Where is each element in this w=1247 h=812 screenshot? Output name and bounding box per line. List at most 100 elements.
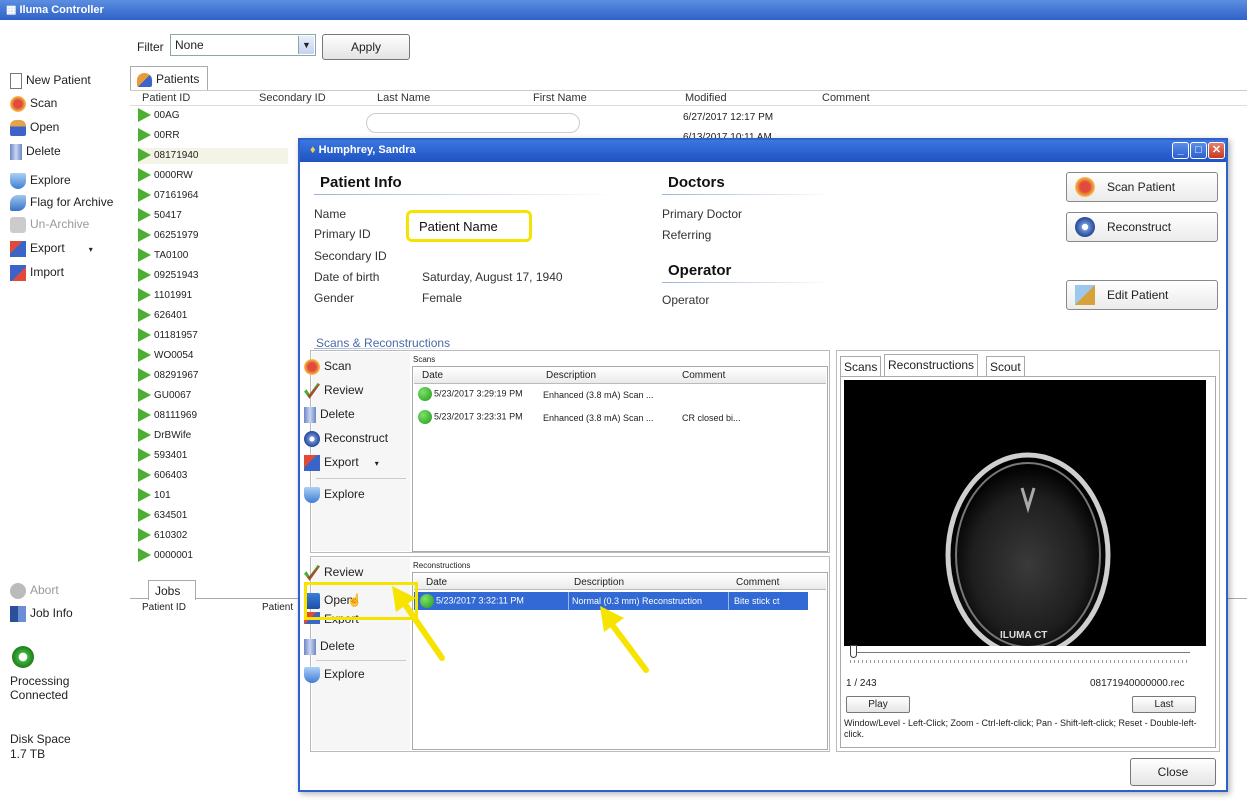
chevron-down-icon: ▾ [88,245,93,254]
primary-doctor-label: Primary Doctor [662,207,743,221]
edit-patient-button[interactable]: Edit Patient [1066,280,1218,310]
slice-slider-track[interactable] [850,652,1190,653]
tab-scout[interactable]: Scout [986,356,1025,376]
patient-row[interactable]: 00RR [138,128,180,144]
chevron-down-icon[interactable]: ▼ [298,36,314,54]
scan-action-explore[interactable]: Explore [304,484,365,504]
col-last-name[interactable]: Last Name [377,92,430,104]
patient-row[interactable]: 1101991 [138,288,192,304]
recon-description: Normal (0.3 mm) Reconstruction [572,596,703,606]
sidebar-item-flag-archive[interactable]: Flag for Archive [10,192,113,212]
reconstruct-button[interactable]: Reconstruct [1066,212,1218,242]
export-icon [304,454,320,471]
patient-row[interactable]: 0000001 [138,548,193,564]
patient-row[interactable]: 626401 [138,308,187,324]
abort-button: Abort [10,580,59,600]
status-ok-icon [418,387,432,401]
scans-grid-label: Scans [413,355,436,364]
scan-action-export[interactable]: Export ▾ [304,452,379,472]
patient-arrow-icon [138,248,151,263]
patient-row[interactable]: TA0100 [138,248,188,264]
jobs-col-patient[interactable]: Patient [262,602,293,613]
filter-select[interactable]: None ▼ [170,34,316,56]
scan-row[interactable]: 5/23/2017 3:23:31 PM [418,410,523,424]
scans-col-date[interactable]: Date [422,370,443,381]
sidebar-item-delete[interactable]: Delete [10,141,61,161]
scans-col-description[interactable]: Description [546,370,596,381]
patient-row[interactable]: 0000RW [138,168,193,184]
scans-col-comment[interactable]: Comment [682,370,725,381]
sidebar-item-explore[interactable]: Explore [10,170,71,190]
new-document-icon [10,72,22,89]
maximize-button[interactable]: □ [1190,142,1207,159]
scan-action-scan[interactable]: Scan [304,356,351,376]
sidebar-item-scan[interactable]: Scan [10,93,57,113]
col-comment[interactable]: Comment [822,92,870,104]
scan-comment: CR closed bi... [682,413,741,423]
patient-row[interactable]: 606403 [138,468,187,484]
tab-scans[interactable]: Scans [840,356,882,376]
sidebar-item-new-patient[interactable]: New Patient [10,70,91,90]
doctors-heading: Doctors [668,174,725,191]
recon-action-explore[interactable]: Explore [304,664,365,684]
patient-arrow-icon [138,488,151,503]
import-icon [10,264,26,281]
patient-row[interactable]: 06251979 [138,228,199,244]
scan-row[interactable]: 5/23/2017 3:29:19 PM [418,387,523,401]
patient-row[interactable]: 00AG [138,108,180,124]
col-patient-id[interactable]: Patient ID [142,92,190,104]
patient-row[interactable]: 101 [138,488,171,504]
explore-shield-icon [304,486,320,503]
col-first-name[interactable]: First Name [533,92,587,104]
recon-action-delete[interactable]: Delete [304,636,355,656]
section-divider [662,194,832,195]
recons-col-date[interactable]: Date [426,577,447,588]
patient-row[interactable]: GU0067 [138,388,191,404]
sidebar-item-unarchive: Un-Archive [10,214,89,234]
sidebar-item-import[interactable]: Import [10,262,64,282]
slice-slider-thumb[interactable] [850,645,857,658]
close-button[interactable]: Close [1130,758,1216,786]
export-icon [10,240,26,257]
status-ok-icon [420,594,434,608]
minimize-button[interactable]: _ [1172,142,1189,159]
scan-action-reconstruct[interactable]: Reconstruct [304,428,388,448]
section-divider [314,348,464,349]
tab-jobs[interactable]: Jobs [148,580,196,600]
scan-action-delete[interactable]: Delete [304,404,355,424]
close-window-button[interactable]: ✕ [1208,142,1225,159]
col-secondary-id[interactable]: Secondary ID [259,92,326,104]
sidebar-item-open[interactable]: Open [10,117,59,137]
tab-reconstructions[interactable]: Reconstructions [884,354,979,376]
patient-row[interactable]: 01181957 [138,328,198,344]
job-info-button[interactable]: Job Info [10,603,73,623]
explore-shield-icon [10,172,26,189]
apply-button[interactable]: Apply [322,34,410,60]
patient-row[interactable]: 634501 [138,508,187,524]
patient-row[interactable]: DrBWife [138,428,191,444]
scan-action-review[interactable]: Review [304,380,363,400]
recons-col-comment[interactable]: Comment [736,577,779,588]
patient-row[interactable]: 07161964 [138,188,199,204]
recon-action-review[interactable]: Review [304,562,363,582]
last-button[interactable]: Last [1132,696,1196,713]
patient-row[interactable]: 08291967 [138,368,199,384]
patient-arrow-icon [138,308,151,323]
ct-scan-image[interactable]: ILUMA CT [844,380,1206,646]
jobs-col-patient-id[interactable]: Patient ID [142,602,186,613]
patient-row[interactable]: 610302 [138,528,187,544]
scan-patient-button[interactable]: Scan Patient [1066,172,1218,202]
patient-arrow-icon [138,128,151,143]
patient-row[interactable]: 50417 [138,208,182,224]
recons-col-description[interactable]: Description [574,577,624,588]
sidebar-item-export[interactable]: Export ▾ [10,238,93,258]
play-button[interactable]: Play [846,696,910,713]
patient-row[interactable]: 08171940 [138,148,288,164]
patient-row[interactable]: WO0054 [138,348,193,364]
patient-row[interactable]: 593401 [138,448,187,464]
col-modified[interactable]: Modified [685,92,727,104]
patient-row[interactable]: 08111969 [138,408,197,424]
tab-patients[interactable]: Patients [130,66,208,90]
modified-cell: 6/27/2017 12:17 PM [683,112,774,123]
patient-row[interactable]: 09251943 [138,268,199,284]
